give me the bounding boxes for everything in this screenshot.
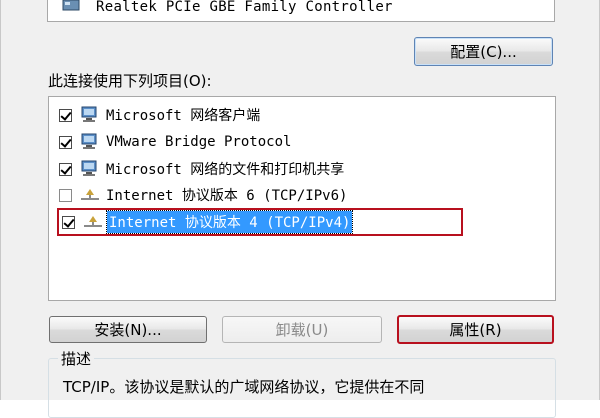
checkbox[interactable] bbox=[59, 135, 72, 149]
list-item-label: Microsoft 网络的文件和打印机共享 bbox=[106, 162, 345, 178]
list-item[interactable]: Internet 协议版本 6 (TCP/IPv6) bbox=[59, 183, 419, 207]
network-service-icon bbox=[81, 160, 97, 176]
description-title: 描述 bbox=[58, 348, 95, 369]
checkbox[interactable] bbox=[59, 108, 72, 122]
list-item-label: Internet 协议版本 4 (TCP/IPv4) bbox=[105, 210, 354, 234]
list-item[interactable]: Microsoft 网络的文件和打印机共享 bbox=[59, 157, 419, 181]
properties-button[interactable]: 属性(R) bbox=[397, 315, 554, 344]
list-item-label: VMware Bridge Protocol bbox=[106, 134, 292, 150]
checkbox[interactable] bbox=[59, 162, 72, 176]
network-client-icon bbox=[81, 106, 97, 122]
description-text: TCP/IP。该协议是默认的广域网络协议，它提供在不同 bbox=[63, 378, 425, 396]
adapter-name: Realtek PCIe GBE Family Controller bbox=[96, 0, 393, 15]
list-item[interactable]: Microsoft 网络客户端 bbox=[59, 103, 419, 127]
network-adapter-icon bbox=[62, 0, 80, 11]
components-list[interactable]: Microsoft 网络客户端 VMware Bridge Protocol M… bbox=[48, 96, 556, 301]
properties-dialog: Realtek PCIe GBE Family Controller 配置(C)… bbox=[0, 0, 600, 418]
protocol-icon bbox=[81, 189, 99, 200]
list-item-label: Internet 协议版本 6 (TCP/IPv6) bbox=[106, 188, 348, 204]
network-service-icon bbox=[81, 133, 97, 149]
checkbox[interactable] bbox=[59, 188, 72, 202]
uninstall-button[interactable]: 卸载(U) bbox=[222, 316, 382, 343]
protocol-icon bbox=[84, 216, 102, 227]
checkbox[interactable] bbox=[62, 215, 75, 229]
list-item-selected[interactable]: Internet 协议版本 4 (TCP/IPv4) bbox=[57, 208, 463, 236]
configure-button[interactable]: 配置(C)... bbox=[414, 37, 553, 66]
install-button[interactable]: 安装(N)... bbox=[49, 316, 207, 343]
list-item[interactable]: VMware Bridge Protocol bbox=[59, 130, 419, 154]
list-item-label: Microsoft 网络客户端 bbox=[106, 108, 261, 124]
adapter-field: Realtek PCIe GBE Family Controller bbox=[47, 0, 555, 22]
items-list-heading: 此连接使用下列项目(O): bbox=[48, 72, 212, 90]
